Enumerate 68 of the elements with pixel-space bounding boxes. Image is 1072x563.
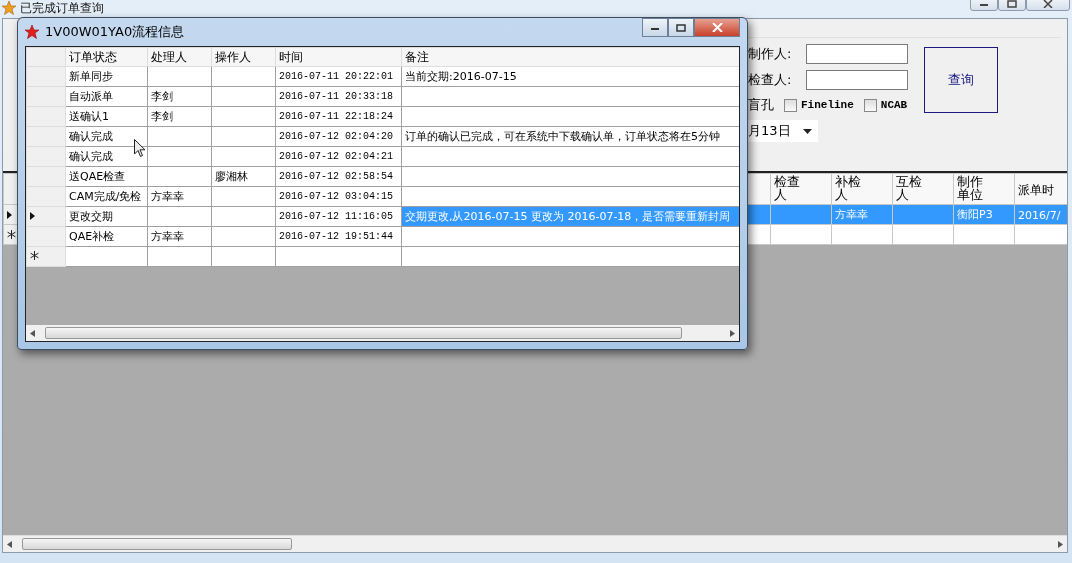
star-icon	[25, 25, 39, 39]
maximize-icon	[1007, 0, 1017, 8]
minimize-button[interactable]	[970, 0, 998, 11]
table-cell: 2016-07-12 03:04:15	[279, 191, 394, 202]
scroll-right-icon[interactable]	[1058, 540, 1063, 548]
field-label: 检查人:	[748, 71, 793, 89]
table-cell: 廖湘林	[215, 170, 248, 183]
checkbox[interactable]	[784, 98, 797, 112]
table-cell: 2016-07-12 11:16:05	[279, 211, 394, 222]
table-cell: 确认完成	[69, 150, 113, 163]
table-cell: 2016/7/	[1018, 208, 1061, 222]
horizontal-scrollbar[interactable]	[3, 535, 1067, 552]
table-cell: 方幸幸	[835, 208, 868, 221]
table-cell: 衡阳P3	[957, 208, 993, 221]
table-cell: QAE补检	[69, 230, 115, 243]
table-cell: 2016-07-12 19:51:44	[279, 231, 394, 242]
table-cell: 2016-07-12 02:04:20	[279, 131, 394, 142]
table-cell: 李剑	[151, 110, 173, 123]
checkbox-label: Fineline	[801, 99, 854, 111]
table-cell: CAM完成/免检	[69, 190, 142, 203]
star-icon	[2, 1, 16, 15]
table-cell: 2016-07-12 02:04:21	[279, 151, 394, 162]
window-title: 已完成订单查询	[20, 0, 104, 17]
table-cell: 2016-07-11 20:33:18	[279, 91, 394, 102]
horizontal-scrollbar[interactable]	[26, 325, 739, 341]
table-cell: 更改交期	[69, 210, 113, 223]
minimize-button[interactable]	[642, 18, 668, 37]
table-cell: 新单同步	[69, 70, 113, 83]
table-cell: 送确认1	[69, 110, 109, 123]
table-cell: 方幸幸	[151, 230, 184, 243]
maximize-button[interactable]	[998, 0, 1026, 11]
table-cell: 自动派单	[69, 90, 113, 103]
date-dropdown[interactable]: 月13日	[748, 120, 818, 142]
scroll-left-icon[interactable]	[7, 540, 12, 548]
table-cell: 送QAE检查	[69, 170, 126, 183]
input-field[interactable]	[806, 70, 908, 90]
table-cell: 方幸幸	[151, 190, 184, 203]
table-cell: 2016-07-12 02:58:54	[279, 171, 394, 182]
scroll-thumb[interactable]	[45, 327, 682, 339]
dialog-title: 1V00W01YA0流程信息	[45, 23, 185, 41]
new-row-icon	[30, 251, 39, 260]
checkbox[interactable]	[863, 98, 877, 112]
new-row-icon	[7, 229, 16, 239]
close-button[interactable]	[1026, 0, 1070, 11]
scroll-left-icon[interactable]	[30, 329, 35, 337]
checkbox-label: NCAB	[880, 99, 908, 111]
close-button[interactable]	[694, 18, 740, 37]
mouse-pointer-icon	[134, 139, 146, 158]
table-cell: 确认完成	[69, 130, 113, 143]
column-header[interactable]: 备注	[405, 49, 429, 64]
scroll-thumb[interactable]	[22, 538, 292, 550]
field-label: 制作人:	[748, 45, 793, 63]
close-icon	[711, 23, 723, 32]
close-icon	[1043, 0, 1053, 8]
table-cell: 李剑	[151, 90, 173, 103]
field-label: 盲孔	[748, 96, 774, 114]
query-button[interactable]: 查询	[924, 47, 998, 113]
maximize-button[interactable]	[668, 18, 694, 37]
input-field[interactable]	[806, 44, 908, 64]
table-cell: 交期更改,从2016-07-15 更改为 2016-07-18，是否需要重新封周	[405, 210, 731, 223]
table-cell: 2016-07-11 20:22:01	[279, 71, 394, 82]
table-cell: 2016-07-11 22:18:24	[279, 111, 394, 122]
scroll-right-icon[interactable]	[730, 329, 735, 337]
column-header[interactable]: 时间	[279, 49, 303, 64]
maximize-icon	[676, 23, 686, 32]
dropdown-arrow-icon	[803, 128, 812, 134]
table-cell: 订单的确认已完成，可在系统中下载确认单，订单状态将在5分钟	[405, 130, 720, 143]
table-cell: 当前交期:2016-07-15	[405, 70, 517, 83]
